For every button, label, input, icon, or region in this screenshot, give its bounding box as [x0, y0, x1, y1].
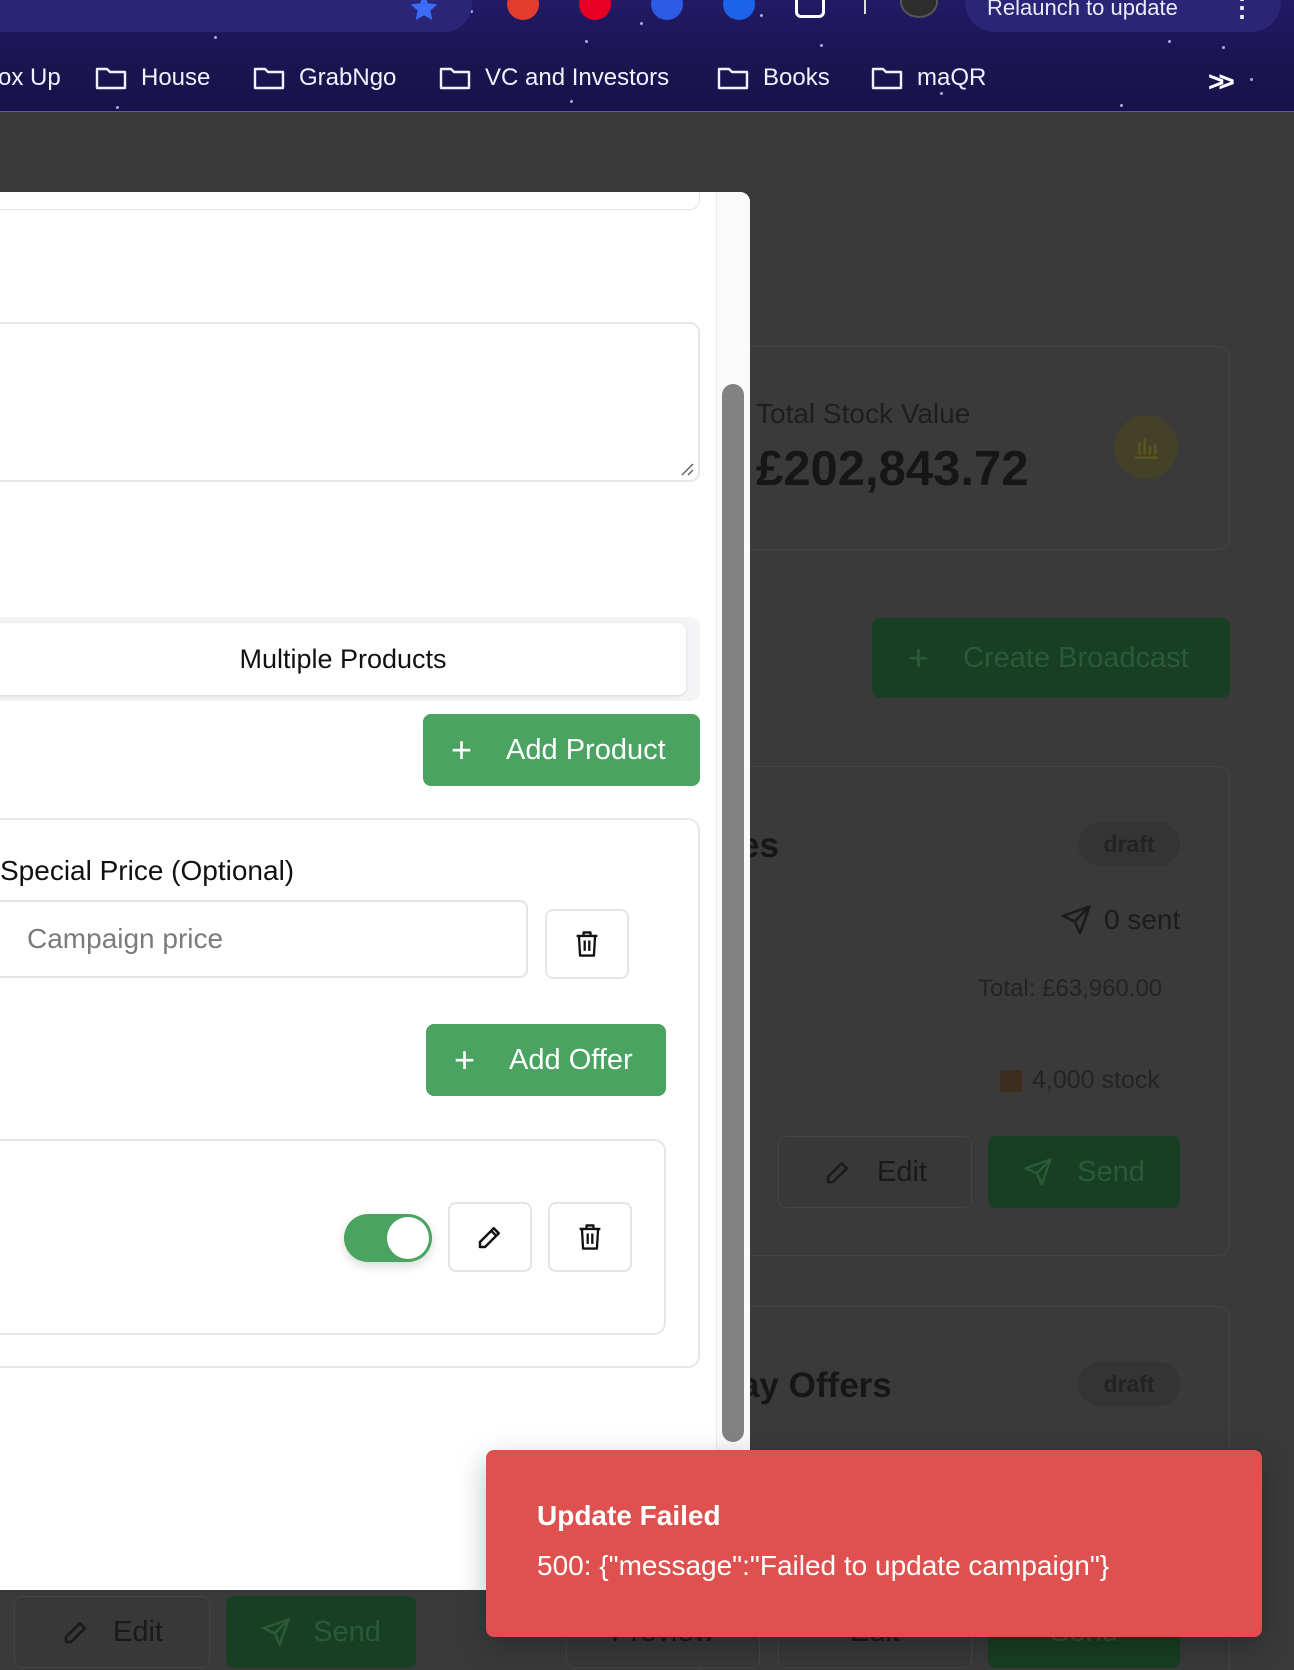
folder-icon [717, 67, 749, 90]
send-icon [1024, 1158, 1052, 1186]
edit-label: Edit [877, 1155, 927, 1188]
extension-icon[interactable] [651, 0, 683, 20]
status-badge: draft [1078, 822, 1180, 866]
special-price-label: Special Price (Optional) [0, 855, 295, 886]
bookmark-label: maQR [917, 64, 987, 91]
sent-count: 0 sent [1060, 904, 1180, 936]
toast-title: Update Failed [537, 1500, 721, 1531]
bookmark-folder[interactable]: GrabNgo [253, 58, 396, 98]
create-broadcast-label: Create Broadcast [963, 641, 1189, 674]
edit-button[interactable]: Edit [778, 1136, 972, 1208]
send-button[interactable]: Send [226, 1596, 416, 1668]
edit-button[interactable]: Edit [14, 1596, 210, 1668]
status-badge: draft [1078, 1362, 1180, 1406]
send-icon [261, 1617, 291, 1647]
bookmarks-overflow-icon[interactable]: >> [1208, 66, 1235, 98]
bookmark-folder[interactable]: House [95, 58, 210, 98]
stock-count: 4,000 stock [1000, 1066, 1160, 1095]
bookmark-label: Books [763, 64, 830, 91]
grammar-icon[interactable] [723, 0, 755, 20]
toast-message: 500: {"message":"Failed to update campai… [537, 1550, 1110, 1581]
package-icon [1000, 1069, 1022, 1092]
product-mode-toggle: Multiple Products [0, 617, 700, 701]
avatar[interactable] [900, 0, 938, 18]
folder-icon [871, 67, 903, 90]
stock-value-label: Total Stock Value [756, 398, 971, 429]
plus-icon: + [908, 637, 930, 678]
bookmark-folder[interactable]: VC and Investors [439, 58, 669, 98]
pencil-icon [826, 1162, 848, 1184]
send-label: Send [1077, 1155, 1145, 1188]
pencil-icon [64, 1621, 87, 1644]
campaign-title: ay Offers [740, 1366, 892, 1405]
bookmark-folder[interactable]: Books [717, 58, 830, 98]
more-vert-icon: ⋮ [1229, 0, 1255, 22]
delete-offer-button[interactable] [548, 1202, 632, 1272]
plus-icon: + [454, 1039, 476, 1080]
trash-icon [576, 931, 598, 957]
offer-active-toggle[interactable] [344, 1214, 432, 1262]
delete-product-button[interactable] [545, 909, 629, 979]
edit-campaign-modal: Multiple Products + Add Product Special … [0, 192, 750, 1590]
bookmark-label: GrabNgo [299, 64, 397, 91]
bookmark-label: ox Up [0, 64, 61, 91]
send-button[interactable]: Send [988, 1136, 1180, 1208]
trash-icon [579, 1224, 601, 1250]
send-icon [1061, 905, 1091, 935]
relaunch-label: Relaunch to update [987, 0, 1178, 20]
ublock-icon[interactable] [507, 0, 539, 20]
tab-multiple-products-label: Multiple Products [239, 643, 447, 674]
relaunch-button[interactable]: Relaunch to update ⋮ [965, 0, 1281, 32]
error-toast[interactable]: Update Failed 500: {"message":"Failed to… [486, 1450, 1262, 1637]
address-bar[interactable] [0, 0, 472, 32]
scrollbar-thumb[interactable] [722, 384, 744, 1442]
toggle-knob [387, 1217, 429, 1259]
tab-multiple-products[interactable]: Multiple Products [0, 623, 686, 695]
bookmark-item[interactable]: ox Up [0, 58, 61, 98]
special-price-input[interactable] [0, 900, 528, 978]
toolbar-separator [864, 0, 866, 14]
edit-label: Edit [113, 1615, 163, 1648]
add-offer-label: Add Offer [509, 1043, 633, 1076]
edit-offer-button[interactable] [448, 1202, 532, 1272]
bar-chart-icon [1114, 415, 1178, 479]
bookmark-label: House [141, 64, 211, 91]
sent-count-label: 0 sent [1104, 904, 1181, 935]
pencil-icon [478, 1227, 500, 1249]
folder-icon [253, 67, 285, 90]
folder-icon [439, 67, 471, 90]
input-field[interactable] [0, 192, 700, 210]
browser-chrome: Relaunch to update ⋮ ox Up House GrabNgo… [0, 0, 1294, 112]
bookmark-folder[interactable]: maQR [871, 58, 986, 98]
add-product-label: Add Product [506, 733, 666, 766]
plus-icon: + [451, 729, 473, 770]
bookmarks-bar: ox Up House GrabNgo VC and Investors Boo… [0, 58, 1294, 98]
folder-icon [95, 67, 127, 90]
create-broadcast-button[interactable]: + Create Broadcast [872, 618, 1230, 698]
stock-value-amount: £202,843.72 [756, 442, 1029, 496]
add-product-button[interactable]: + Add Product [423, 714, 700, 786]
pinterest-icon[interactable] [579, 0, 611, 20]
description-textarea[interactable] [0, 322, 700, 482]
send-label: Send [313, 1615, 381, 1648]
stock-count-label: 4,000 stock [1032, 1066, 1160, 1094]
chrome-divider [0, 111, 1294, 112]
campaign-total: Total: £63,960.00 [978, 975, 1163, 1002]
resize-grip-icon[interactable] [678, 460, 694, 476]
share-icon[interactable] [795, 0, 825, 18]
add-offer-button[interactable]: + Add Offer [426, 1024, 666, 1096]
bookmark-label: VC and Investors [485, 64, 670, 91]
bookmark-star-icon[interactable] [408, 0, 440, 24]
